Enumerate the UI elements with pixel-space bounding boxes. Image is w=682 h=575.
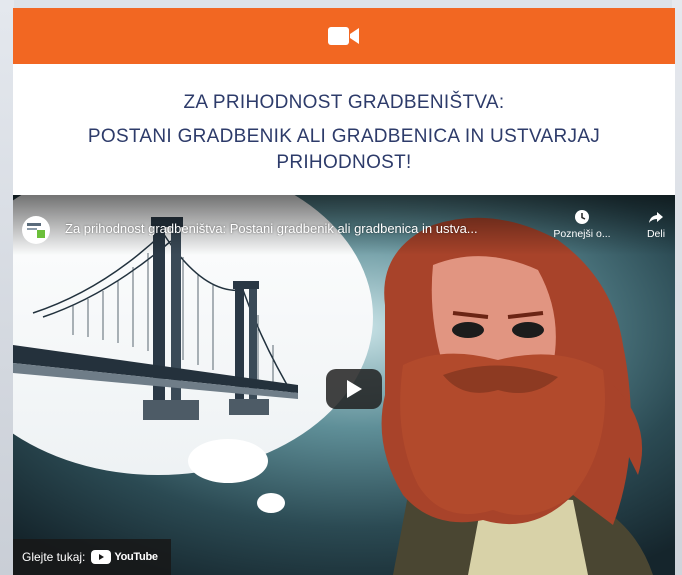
share-label: Deli [646, 228, 666, 240]
watch-later-label: Poznejši o... [553, 228, 611, 240]
channel-avatar[interactable] [22, 216, 50, 244]
watch-on-youtube-link[interactable]: Glejte tukaj: YouTube [13, 539, 171, 575]
video-card: ZA PRIHODNOST GRADBENIŠTVA: POSTANI GRAD… [13, 8, 675, 575]
play-button[interactable] [326, 369, 382, 409]
title-line-1: ZA PRIHODNOST GRADBENIŠTVA: [183, 92, 505, 113]
video-camera-icon [328, 27, 359, 45]
video-title-link[interactable]: Za prihodnost gradbeništva: Postani grad… [65, 221, 545, 236]
title-line-2: POSTANI GRADBENIK ALI GRADBENICA IN USTV… [87, 126, 601, 173]
card-header [13, 8, 675, 64]
card-title: ZA PRIHODNOST GRADBENIŠTVA: POSTANI GRAD… [13, 91, 675, 176]
channel-logo-icon [27, 223, 45, 238]
watch-later-button[interactable]: Poznejši o... [551, 209, 613, 240]
share-arrow-icon [649, 212, 663, 223]
youtube-wordmark: YouTube [114, 551, 158, 563]
clock-icon [575, 210, 589, 224]
youtube-embed[interactable]: Za prihodnost gradbeništva: Postani grad… [13, 195, 675, 575]
youtube-play-icon [91, 550, 112, 564]
page-background-left [0, 0, 14, 575]
play-icon [347, 380, 362, 398]
share-button[interactable]: Deli [641, 209, 671, 240]
youtube-logo: YouTube [91, 550, 158, 564]
watch-on-label: Glejte tukaj: [22, 550, 86, 564]
